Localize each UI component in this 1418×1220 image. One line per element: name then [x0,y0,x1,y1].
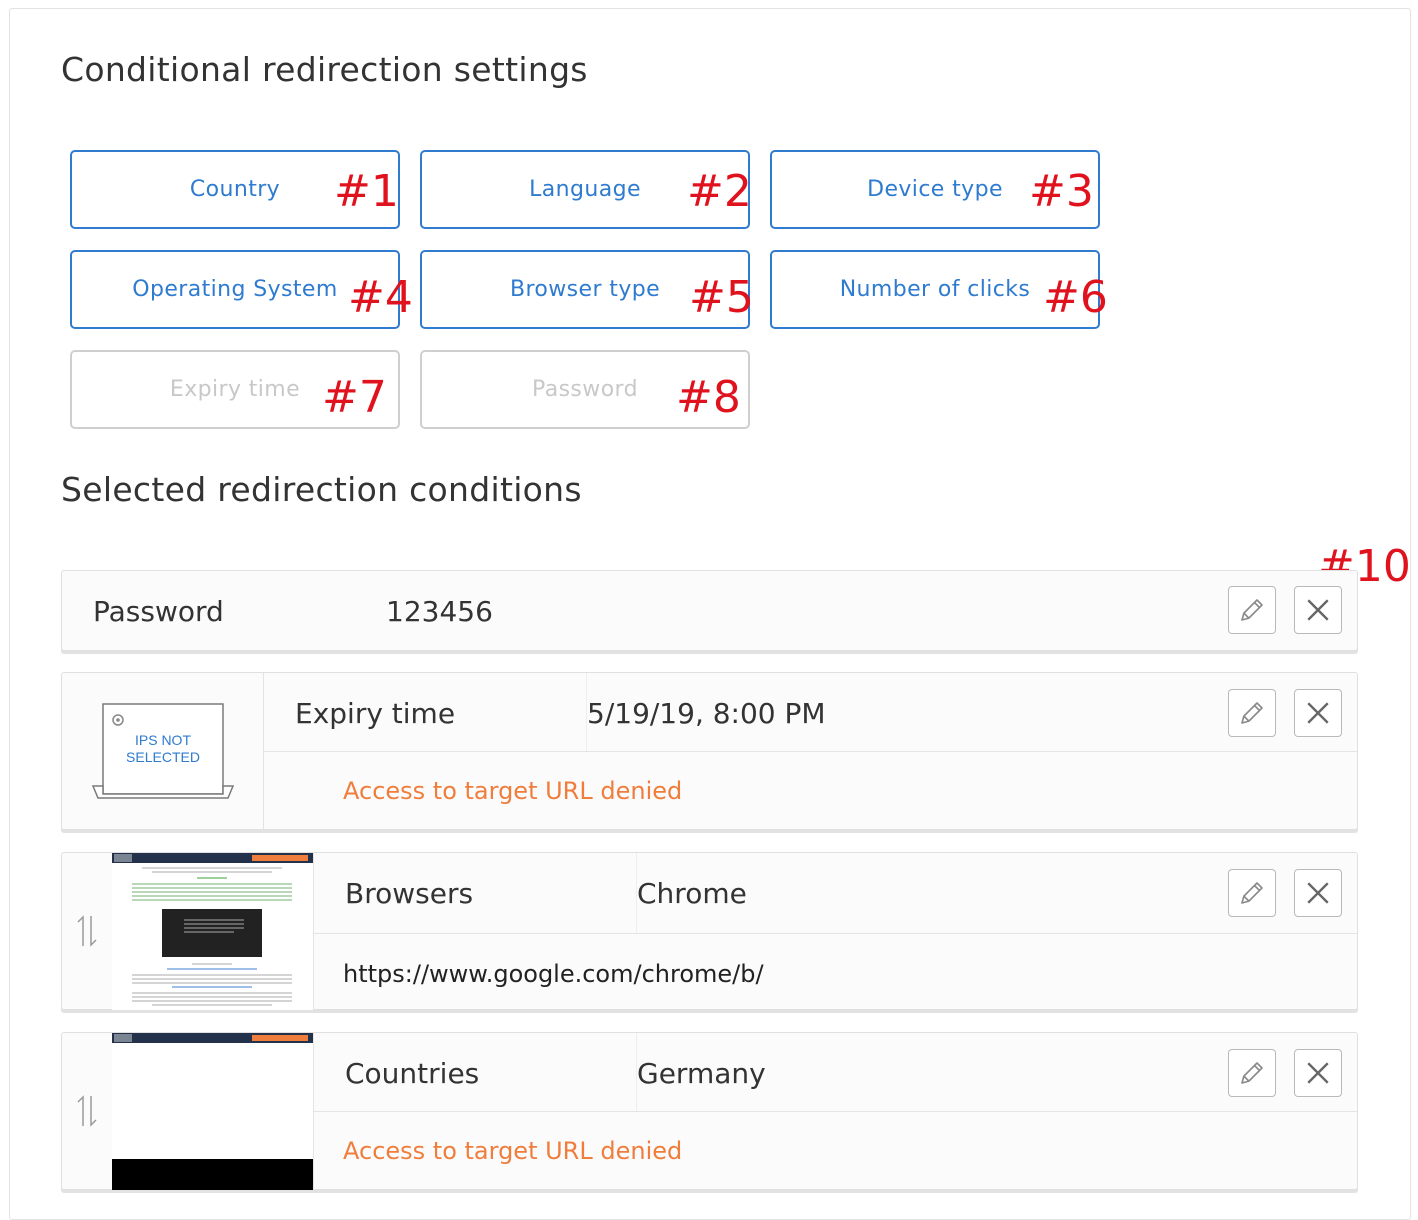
condition-card-expiry-time: IPS NOT SELECTED Expiry time 5/19/19, 8:0… [61,672,1358,830]
edit-button[interactable] [1228,1049,1276,1097]
pencil-icon [1241,882,1263,904]
condition-card-password: Password 123456 [61,570,1358,651]
target-status: Access to target URL denied [343,777,683,805]
edit-button[interactable] [1228,689,1276,737]
webpage-preview-image [112,853,313,1006]
remove-button[interactable] [1294,869,1342,917]
remove-button[interactable] [1294,586,1342,634]
condition-name: Browsers [345,877,474,910]
divider [313,933,1357,934]
remove-button[interactable] [1294,689,1342,737]
close-icon [1307,599,1329,621]
up-down-arrows-icon [77,915,97,947]
condition-name: Countries [345,1057,480,1090]
reorder-handle[interactable] [74,1093,100,1137]
divider [313,1111,1357,1112]
divider [263,751,1357,752]
divider [313,853,314,1009]
reorder-handle[interactable] [74,913,100,957]
edit-button[interactable] [1228,586,1276,634]
annotation-tag: #1 [334,166,399,217]
annotation-tag: #3 [1029,166,1094,217]
condition-card-countries[interactable]: Countries Germany Access to target URL d… [61,1032,1358,1190]
condition-value: Germany [637,1057,766,1090]
condition-thumbnail [112,1033,313,1190]
selected-conditions-title: Selected redirection conditions [61,470,582,509]
pencil-icon [1241,702,1263,724]
condition-value: 123456 [386,595,493,628]
close-icon [1307,702,1329,724]
target-status: Access to target URL denied [343,1137,683,1165]
thumbnail-text: IPS NOT SELECTED [126,732,200,765]
condition-value: Chrome [637,877,747,910]
webpage-preview-image [112,1033,313,1190]
annotation-tag: #7 [322,372,387,423]
up-down-arrows-icon [77,1095,97,1127]
pencil-icon [1241,599,1263,621]
annotation-tag: #6 [1043,272,1108,323]
settings-title: Conditional redirection settings [61,50,588,89]
annotation-tag: #4 [348,272,413,323]
remove-button[interactable] [1294,1049,1342,1097]
annotation-tag: #2 [687,166,752,217]
close-icon [1307,1062,1329,1084]
condition-name: Expiry time [295,697,456,730]
edit-button[interactable] [1228,869,1276,917]
condition-thumbnail: IPS NOT SELECTED [63,674,263,829]
pencil-icon [1241,1062,1263,1084]
target-url: https://www.google.com/chrome/b/ [343,960,764,988]
condition-card-browsers[interactable]: Browsers Chrome https://www.google.com/c… [61,852,1358,1010]
condition-name: Password [93,595,224,628]
annotation-tag: #5 [689,272,754,323]
annotation-tag: #8 [676,372,741,423]
condition-thumbnail [112,853,313,1010]
condition-value: 5/19/19, 8:00 PM [587,697,826,730]
close-icon [1307,882,1329,904]
